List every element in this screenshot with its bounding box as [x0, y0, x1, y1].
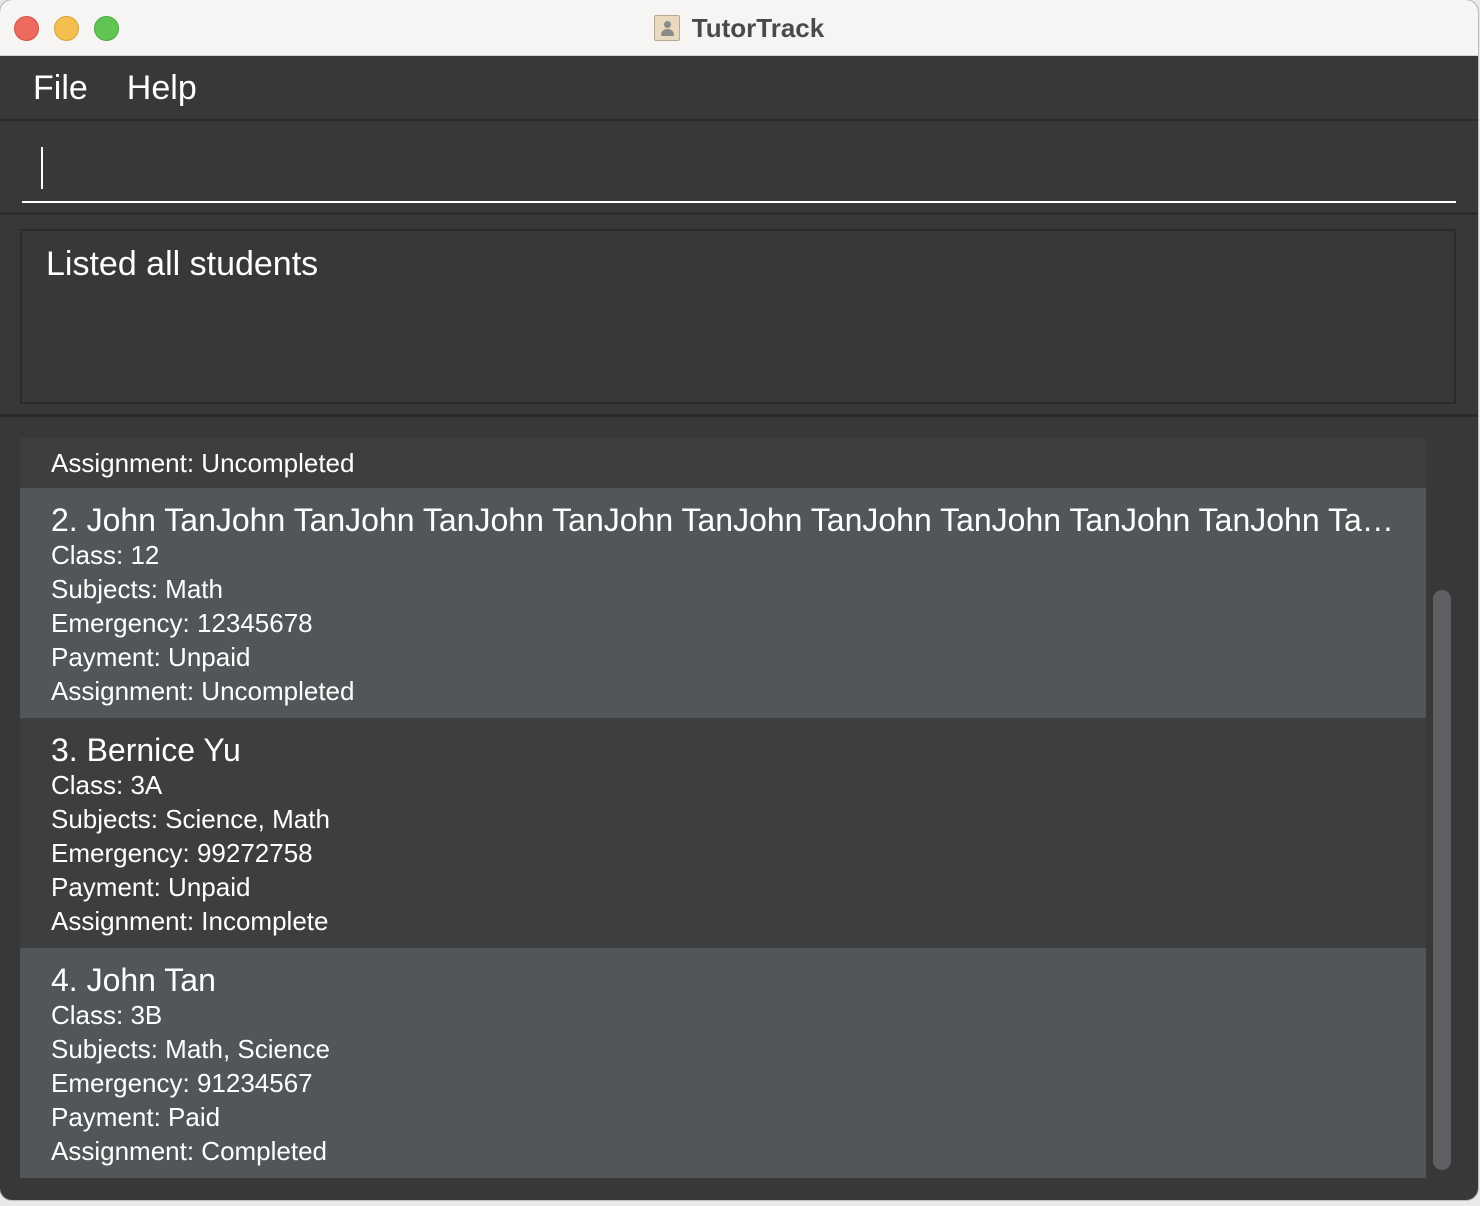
result-message: Listed all students: [46, 245, 319, 283]
student-card[interactable]: Assignment: Uncompleted: [20, 438, 1426, 488]
menu-bar: File Help: [0, 57, 1478, 121]
student-subjects: Subjects: Science, Math: [51, 804, 330, 834]
student-subjects: Subjects: Math, Science: [51, 1034, 330, 1064]
scrollbar-thumb[interactable]: [1433, 590, 1451, 1170]
student-name: 4. John Tan: [51, 962, 216, 998]
command-input[interactable]: [22, 137, 1456, 203]
student-subjects: Subjects: Math: [51, 574, 223, 604]
student-payment: Payment: Unpaid: [51, 872, 251, 902]
result-display[interactable]: Listed all students: [20, 229, 1456, 404]
panel-divider: [0, 414, 1478, 417]
student-list[interactable]: Assignment: Uncompleted 2. John TanJohn …: [20, 438, 1426, 1178]
student-payment: Payment: Unpaid: [51, 642, 251, 672]
student-assignment: Assignment: Incomplete: [51, 906, 329, 936]
student-emergency: Emergency: 91234567: [51, 1068, 313, 1098]
title-bar[interactable]: TutorTrack: [0, 0, 1478, 56]
student-assignment: Assignment: Uncompleted: [51, 676, 355, 706]
student-assignment: Assignment: Completed: [51, 1136, 328, 1166]
student-payment: Payment: Paid: [51, 1102, 221, 1132]
student-class: Class: 3B: [51, 1000, 163, 1030]
list-scrollbar[interactable]: [1432, 438, 1452, 1178]
student-card[interactable]: 4. John Tan Class: 3B Subjects: Math, Sc…: [20, 948, 1426, 1178]
window-title: TutorTrack: [691, 12, 825, 43]
window-title-group: TutorTrack: [0, 0, 1478, 56]
command-box: [0, 123, 1478, 215]
student-assignment: Assignment: Uncompleted: [51, 448, 355, 478]
student-name: 2. John TanJohn TanJohn TanJohn TanJohn …: [51, 502, 1396, 538]
menu-help[interactable]: Help: [127, 69, 197, 108]
app-window: TutorTrack File Help Listed all students…: [0, 0, 1478, 1200]
student-class: Class: 3A: [51, 770, 163, 800]
student-card[interactable]: 2. John TanJohn TanJohn TanJohn TanJohn …: [20, 488, 1426, 718]
app-contact-icon: [653, 15, 680, 41]
text-caret: [41, 147, 43, 189]
student-class: Class: 12: [51, 540, 160, 570]
student-name: 3. Bernice Yu: [51, 732, 241, 768]
menu-file[interactable]: File: [33, 69, 88, 108]
student-emergency: Emergency: 12345678: [51, 608, 313, 638]
student-card[interactable]: 3. Bernice Yu Class: 3A Subjects: Scienc…: [20, 718, 1426, 948]
student-emergency: Emergency: 99272758: [51, 838, 313, 868]
